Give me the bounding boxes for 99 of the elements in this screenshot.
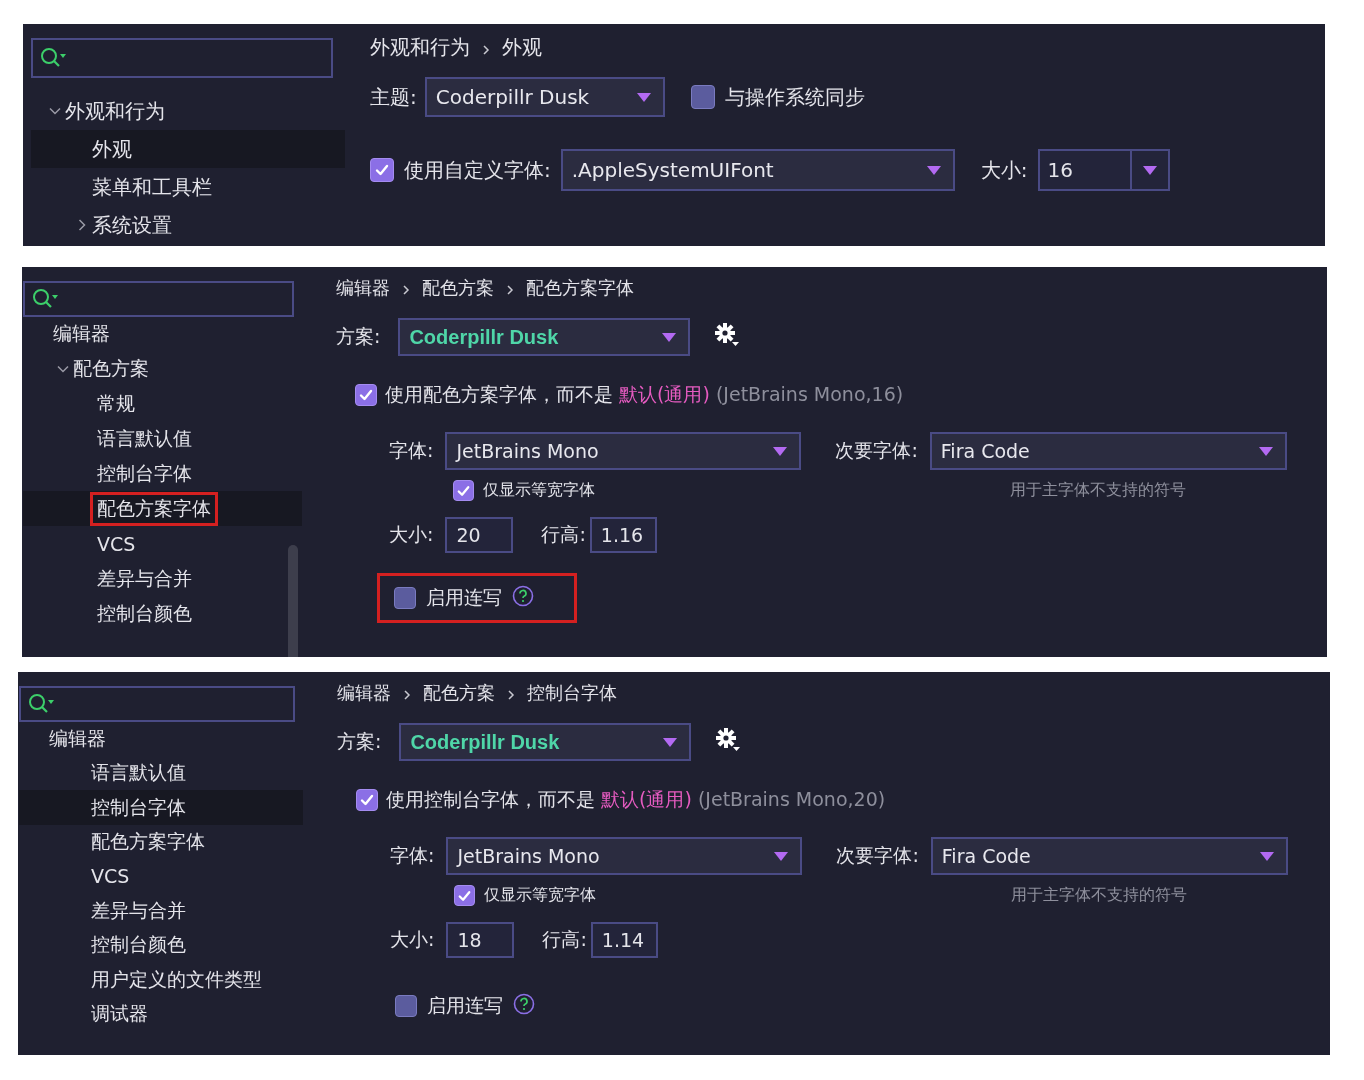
- help-icon[interactable]: [512, 585, 534, 607]
- caret-icon: [1259, 851, 1274, 861]
- dropdown[interactable]: Coderpillr Dusk: [424, 77, 665, 117]
- tree-item[interactable]: 语言默认值: [19, 756, 303, 791]
- caret-icon: [663, 737, 678, 747]
- caret-icon: [773, 446, 788, 456]
- checkbox-label: 仅显示等宽字体: [483, 480, 595, 501]
- field-label: 方案:: [336, 324, 381, 349]
- breadcrumb-item[interactable]: 配色方案: [423, 681, 495, 705]
- link[interactable]: 默认(通用): [619, 383, 710, 405]
- number-field[interactable]: 1.14: [590, 922, 658, 958]
- size-combo-box[interactable]: 16: [1037, 149, 1170, 191]
- checkbox[interactable]: [356, 789, 378, 811]
- checkbox-label: 与操作系统同步: [724, 83, 865, 111]
- breadcrumb-item[interactable]: 编辑器: [336, 276, 390, 300]
- checkbox-label: 仅显示等宽字体: [484, 885, 596, 906]
- checkbox[interactable]: [355, 384, 377, 406]
- tree-item[interactable]: 菜单和工具栏: [31, 168, 345, 206]
- breadcrumb-item[interactable]: 配色方案字体: [526, 276, 634, 300]
- chevron-right-icon: [506, 284, 514, 295]
- tree-item[interactable]: 用户定义的文件类型: [19, 962, 303, 997]
- tree-item[interactable]: 外观: [31, 130, 345, 168]
- field-label: 大小:: [389, 522, 434, 547]
- tree-item[interactable]: 配色方案字体: [23, 491, 302, 526]
- tree-item[interactable]: VCS: [19, 859, 303, 894]
- field-label: 次要字体:: [835, 438, 918, 463]
- tree-item[interactable]: 调试器: [19, 996, 303, 1032]
- tree-item[interactable]: 配色方案: [23, 351, 302, 386]
- caret-icon: [662, 332, 677, 342]
- checkbox-label: 启用连写: [427, 993, 503, 1018]
- help-icon[interactable]: [513, 993, 535, 1015]
- breadcrumb-item[interactable]: 配色方案: [422, 276, 494, 300]
- checkbox[interactable]: [394, 587, 416, 609]
- dropdown[interactable]: JetBrains Mono: [446, 837, 803, 875]
- field-label: 行高:: [542, 927, 587, 952]
- link[interactable]: 默认(通用): [601, 788, 692, 810]
- checkbox[interactable]: [454, 885, 475, 906]
- tree-item[interactable]: 常规: [23, 386, 302, 421]
- caret-icon: [926, 165, 941, 175]
- caret-icon: [636, 92, 651, 102]
- tree-item[interactable]: 语言默认值: [23, 421, 302, 456]
- tree-item[interactable]: 配色方案字体: [19, 824, 303, 860]
- tree-section-header: 编辑器: [48, 726, 107, 751]
- field-label: 大小:: [980, 156, 1028, 184]
- field-label: 方案:: [337, 729, 382, 754]
- chevron-right-icon: [507, 689, 515, 700]
- caret-icon: [1142, 165, 1157, 175]
- checkbox-label: 使用配色方案字体，而不是 默认(通用) (JetBrains Mono,16): [385, 382, 904, 407]
- dropdown[interactable]: Fira Code: [930, 837, 1288, 875]
- field-label: 主题:: [370, 83, 417, 111]
- tree-section-header: 编辑器: [52, 321, 111, 346]
- tree-item[interactable]: 控制台颜色: [19, 927, 303, 963]
- checkbox[interactable]: [690, 85, 715, 109]
- settings-icon[interactable]: [714, 322, 741, 348]
- search-field[interactable]: [19, 686, 295, 722]
- settings-icon[interactable]: [715, 727, 742, 753]
- chevron-right-icon: [402, 284, 410, 295]
- field-label: 大小:: [390, 927, 435, 952]
- breadcrumb-item[interactable]: 外观: [502, 34, 542, 61]
- field-label: 行高:: [541, 522, 586, 547]
- breadcrumb-item[interactable]: 控制台字体: [527, 681, 617, 705]
- chevron-down-icon[interactable]: [49, 105, 61, 117]
- breadcrumb-item[interactable]: 外观和行为: [370, 34, 470, 61]
- checkbox-label: 启用连写: [426, 585, 502, 610]
- tree-item[interactable]: 差异与合并: [19, 893, 303, 928]
- checkbox[interactable]: [395, 995, 417, 1017]
- chevron-right-icon[interactable]: [76, 219, 88, 231]
- search-field[interactable]: [23, 281, 294, 317]
- number-field[interactable]: 20: [445, 517, 514, 553]
- checkbox-label: 使用自定义字体:: [404, 156, 551, 184]
- number-field[interactable]: 18: [446, 922, 515, 958]
- field-label: 次要字体:: [836, 843, 919, 868]
- chevron-right-icon: [482, 44, 490, 55]
- checkbox[interactable]: [370, 158, 394, 182]
- dropdown[interactable]: Coderpillr Dusk: [398, 318, 691, 356]
- scrollbar[interactable]: [288, 545, 298, 657]
- tree-item[interactable]: 控制台字体: [19, 790, 303, 825]
- tree-item[interactable]: 外观和行为: [31, 92, 345, 130]
- dropdown[interactable]: Fira Code: [929, 432, 1287, 470]
- dropdown[interactable]: .AppleSystemUIFont: [560, 149, 955, 191]
- field-label: 字体:: [389, 438, 434, 463]
- dropdown[interactable]: JetBrains Mono: [445, 432, 802, 470]
- tree-item[interactable]: VCS: [23, 526, 302, 561]
- tree-item[interactable]: 控制台字体: [23, 456, 302, 491]
- tree-item[interactable]: 控制台颜色: [23, 596, 302, 631]
- dropdown[interactable]: Coderpillr Dusk: [399, 723, 692, 761]
- checkbox-label: 使用控制台字体，而不是 默认(通用) (JetBrains Mono,20): [386, 787, 886, 812]
- caret-icon: [774, 851, 789, 861]
- checkbox[interactable]: [453, 480, 474, 501]
- field-label: 字体:: [390, 843, 435, 868]
- chevron-right-icon: [403, 689, 411, 700]
- number-field[interactable]: 1.16: [589, 517, 657, 553]
- tree-item[interactable]: 系统设置: [31, 206, 345, 244]
- caret-icon: [1258, 446, 1273, 456]
- breadcrumb-item[interactable]: 编辑器: [337, 681, 391, 705]
- tree-item[interactable]: 差异与合并: [23, 561, 302, 596]
- hint-text: 用于主字体不支持的符号: [1010, 480, 1186, 501]
- hint-text: 用于主字体不支持的符号: [1011, 885, 1187, 906]
- search-field[interactable]: [31, 38, 333, 78]
